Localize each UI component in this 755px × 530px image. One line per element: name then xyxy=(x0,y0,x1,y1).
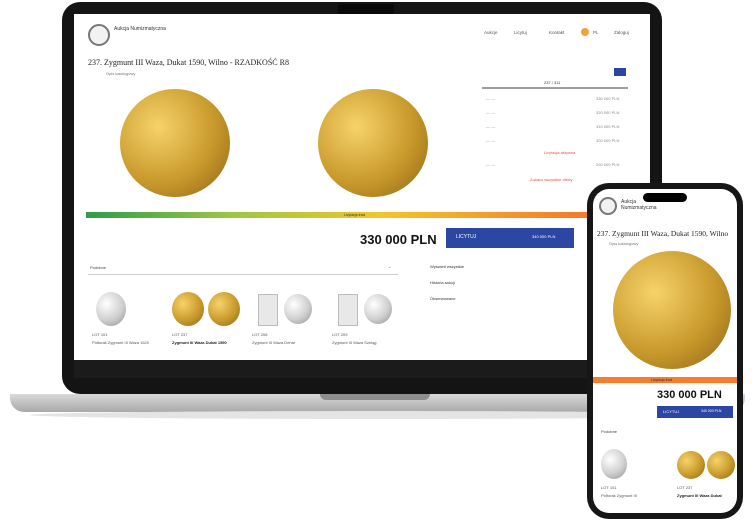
phone-dynamic-island xyxy=(643,193,687,202)
thumb-desc[interactable]: Półtorak Zygmunt III xyxy=(601,493,651,498)
brand-logo-icon[interactable] xyxy=(599,197,617,215)
thumb-slab-image[interactable] xyxy=(338,294,358,326)
coin-obverse-image[interactable] xyxy=(120,89,230,197)
side-link[interactable]: Historia aukcji xyxy=(430,280,455,285)
thumb-image[interactable] xyxy=(96,292,126,326)
thumb-lot: LOT 237 xyxy=(172,332,188,337)
brand-logo-icon[interactable] xyxy=(88,24,110,46)
bid-row-value: 300 000 PLN xyxy=(596,138,620,143)
thumb-desc[interactable]: Zygmunt III Waza Dukat xyxy=(677,493,735,498)
thumb-desc[interactable]: Zygmunt III Waza Szeląg xyxy=(332,340,402,345)
nav-item-language[interactable]: PL xyxy=(593,30,599,35)
dropdown-label: Podobne xyxy=(90,265,107,270)
thumb-desc[interactable]: Zygmunt III Waza Dukat 1590 xyxy=(172,340,242,345)
lot-subtitle-link[interactable]: Opis katalogowy xyxy=(609,241,638,246)
bid-button-label: LICYTUJ xyxy=(456,234,477,240)
bid-button[interactable]: LICYTUJ 340 000 PLN xyxy=(446,228,574,248)
nav-item-contact[interactable]: Kontakt xyxy=(549,30,564,35)
bids-status-note: Licytacja aktywna xyxy=(544,150,576,155)
bid-row-label: — — xyxy=(486,96,496,101)
page-footer xyxy=(74,360,650,378)
thumb-image[interactable] xyxy=(208,292,240,326)
chevron-down-icon: ⌄ xyxy=(388,264,392,269)
user-avatar[interactable] xyxy=(581,28,589,36)
bids-header: 237 / 311 xyxy=(544,80,561,85)
thumb-lot: LOT 208 xyxy=(252,332,268,337)
bid-row-value: 310 000 PLN xyxy=(596,124,620,129)
bid-button[interactable]: LICYTUJ 340 000 PLN xyxy=(657,406,733,418)
bid-row-value: 290 000 PLN xyxy=(596,162,620,167)
next-bid-value: 340 000 PLN xyxy=(532,234,556,239)
bid-row-label: — — xyxy=(486,110,496,115)
auction-progress-bar xyxy=(86,212,574,218)
bid-row-value: 320 000 PLN xyxy=(596,110,620,115)
thumb-desc[interactable]: Półtorak Zygmunt III Waza 1620 xyxy=(92,340,162,345)
thumb-lot: LOT 101 xyxy=(92,332,108,337)
bid-row-label: — — xyxy=(486,138,496,143)
thumb-image[interactable] xyxy=(677,451,705,479)
coin-reverse-image[interactable] xyxy=(318,89,428,197)
current-price: 330 000 PLN xyxy=(360,232,437,247)
bid-button-label: LICYTUJ xyxy=(663,409,680,414)
progress-label: Licytacja trwa xyxy=(651,378,673,382)
thumb-image[interactable] xyxy=(601,449,627,479)
thumb-lot: LOT 237 xyxy=(677,485,693,490)
lot-subtitle-link[interactable]: Opis katalogowy xyxy=(106,71,135,76)
bids-header-bar: 237 / 311 xyxy=(482,79,628,89)
side-link[interactable]: Obserwowane xyxy=(430,296,456,301)
thumb-image[interactable] xyxy=(172,292,204,326)
thumb-image[interactable] xyxy=(284,294,312,324)
laptop-base-notch xyxy=(320,394,430,400)
bid-row-label: — — xyxy=(486,162,496,167)
thumb-slab-image[interactable] xyxy=(258,294,278,326)
laptop-screen: Aukcja Numizmatyczna Aukcje Licytuj Kont… xyxy=(74,14,650,378)
thumb-image[interactable] xyxy=(707,451,735,479)
dropdown-label[interactable]: Podobne xyxy=(601,429,617,434)
lot-title: 237. Zygmunt III Waza, Dukat 1590, Wilno xyxy=(597,229,729,238)
nav-item-auctions[interactable]: Aukcje xyxy=(484,30,498,35)
lot-title: 237. Zygmunt III Waza, Dukat 1590, Wilno… xyxy=(88,58,289,67)
phone-screen: Aukcja Numizmatyczna 237. Zygmunt III Wa… xyxy=(593,189,737,513)
bid-row-value: 330 000 PLN xyxy=(596,96,620,101)
all-bids-link[interactable]: Zobacz wszystkie oferty xyxy=(530,177,572,182)
bid-history-toggle[interactable] xyxy=(614,68,626,76)
coin-obverse-image[interactable] xyxy=(613,251,731,369)
thumb-image[interactable] xyxy=(364,294,392,324)
current-price: 330 000 PLN xyxy=(657,389,722,401)
progress-label: Licytacja trwa xyxy=(344,213,366,217)
similar-lots-dropdown[interactable]: Podobne ⌄ xyxy=(88,264,398,275)
thumb-desc[interactable]: Zygmunt III Waza Denar xyxy=(252,340,322,345)
brand-name: Aukcja Numizmatyczna xyxy=(114,26,166,32)
next-bid-value: 340 000 PLN xyxy=(701,409,722,413)
side-link[interactable]: Wyświetl wszystkie xyxy=(430,264,464,269)
nav-item-bid[interactable]: Licytuj xyxy=(514,30,527,35)
thumb-lot: LOT 209 xyxy=(332,332,348,337)
bid-row-label: — — xyxy=(486,124,496,129)
nav-item-login[interactable]: Zaloguj xyxy=(614,30,629,35)
thumb-lot: LOT 101 xyxy=(601,485,617,490)
